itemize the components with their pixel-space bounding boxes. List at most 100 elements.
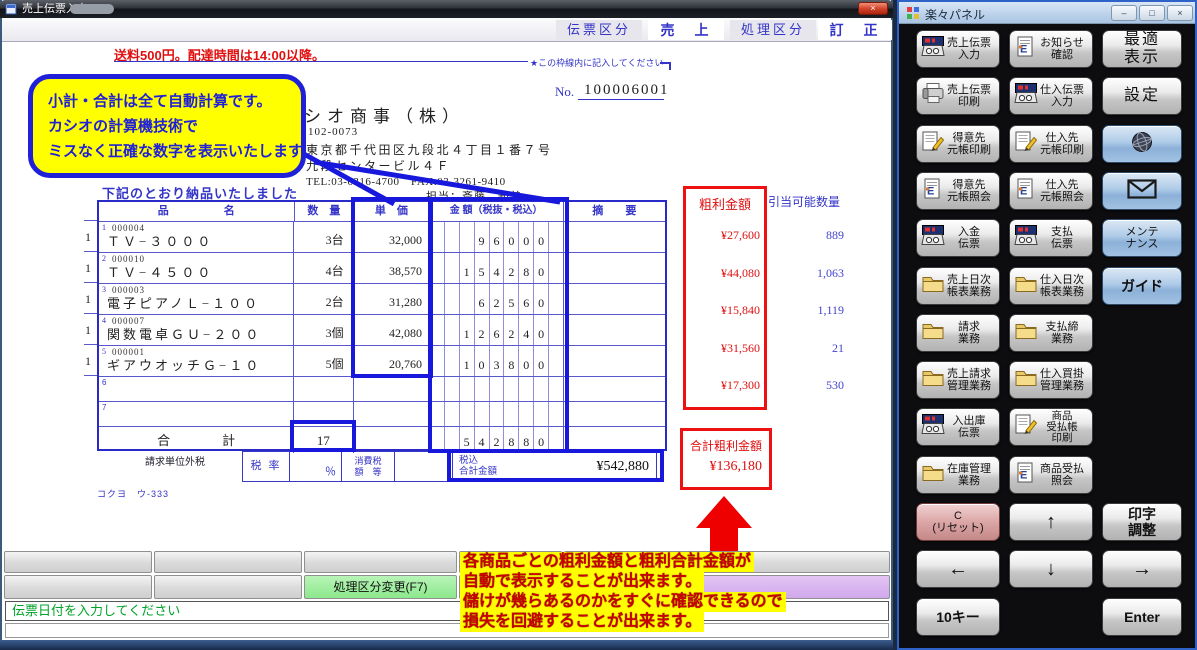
panel-button-ten-key[interactable]: 10キー	[916, 598, 1000, 636]
qty-cell[interactable]: 2台	[294, 284, 353, 314]
panel-button-billing-work[interactable]: 請求 業務	[916, 314, 1000, 352]
item-cell[interactable]: 3 000003 電子ピアノＬ−１００	[99, 284, 294, 314]
panel-button-mail[interactable]	[1102, 172, 1182, 210]
item-cell[interactable]: 4 000007 関数電卓ＧＵ−２００	[99, 315, 294, 345]
panel-button-sales-slip-input[interactable]: 売上伝票 入力	[916, 30, 1000, 68]
panel-button-settings[interactable]: 設定	[1102, 77, 1182, 115]
fkey-blank[interactable]	[304, 551, 457, 573]
qty-cell[interactable]: 5個	[294, 346, 353, 376]
folder-icon	[1014, 368, 1038, 393]
maximize-icon[interactable]: □	[1139, 5, 1165, 21]
unit-price-cell[interactable]: 20,760	[354, 346, 429, 376]
remarks-cell[interactable]	[564, 315, 665, 345]
panel-button-arrow-right[interactable]: →	[1102, 550, 1182, 588]
panel-button-supplier-ledger-print[interactable]: 仕入先 元帳印刷	[1009, 125, 1093, 163]
invoice-row[interactable]: 1 000004 ＴＶ−３０００ 3台 32,000 96000	[99, 222, 665, 253]
invoice-row[interactable]: 4 000007 関数電卓ＧＵ−２００ 3個 42,080 126240	[99, 315, 665, 346]
panel-button-purchase-daily-reports[interactable]: 仕入日次 帳表業務	[1009, 267, 1093, 305]
panel-button-arrow-left[interactable]: ←	[916, 550, 1000, 588]
panel-button-payment-slip[interactable]: 支払 伝票	[1009, 219, 1093, 257]
fkey-blank[interactable]	[4, 551, 152, 573]
panel-button-guide[interactable]: ガイド	[1102, 267, 1182, 305]
panel-titlebar[interactable]: 楽々パネル – □ ×	[899, 2, 1195, 24]
slip-type-value[interactable]: 売 上	[648, 20, 724, 40]
address-line2: 九段センタービル４Ｆ	[306, 157, 451, 174]
remarks-cell[interactable]	[564, 402, 665, 426]
qty-cell[interactable]	[294, 377, 353, 401]
panel-button-label: 設定	[1103, 87, 1181, 105]
panel-button-print-adjust[interactable]: 印字 調整	[1102, 503, 1182, 541]
panel-button-customer-ledger-print[interactable]: 得意先 元帳印刷	[916, 125, 1000, 163]
item-cell[interactable]: 1 000004 ＴＶ−３０００	[99, 222, 294, 252]
unit-price-cell[interactable]: 31,280	[354, 284, 429, 314]
panel-button-maintenance[interactable]: メンテ ナンス	[1102, 219, 1182, 257]
panel-button-stock-mgmt[interactable]: 在庫管理 業務	[916, 456, 1000, 494]
item-cell[interactable]: 7	[99, 402, 294, 426]
annotation-line: 自動で表示することが出来ます。	[460, 572, 704, 592]
panel-button-goods-ledger-print[interactable]: 商品 受払帳 印刷	[1009, 408, 1093, 446]
panel-button-purchase-payable-mgmt[interactable]: 仕入買掛 管理業務	[1009, 361, 1093, 399]
panel-button-payment-closing-work[interactable]: 支払締 業務	[1009, 314, 1093, 352]
panel-button-label: 最適 表示	[1103, 31, 1181, 67]
panel-button-goods-inquiry[interactable]: E商品受払 照会	[1009, 456, 1093, 494]
amount-digit-cell	[429, 427, 444, 453]
item-cell[interactable]: 5 000001 ギアウオッチＧ−１０	[99, 346, 294, 376]
panel-button-supplier-ledger-inquiry[interactable]: E仕入先 元帳照会	[1009, 172, 1093, 210]
fkey-process-change-f7[interactable]: 処理区分変更(F7)	[304, 575, 457, 599]
invoice-no-value[interactable]: 100006001	[584, 82, 670, 99]
qty-cell[interactable]	[294, 402, 353, 426]
panel-button-warehouse-slip[interactable]: 入出庫 伝票	[916, 408, 1000, 446]
panel-button-purchase-slip-input[interactable]: 仕入伝票 入力	[1009, 77, 1093, 115]
svg-text:E: E	[927, 186, 934, 198]
unit-price-cell[interactable]: 38,570	[354, 253, 429, 283]
remarks-cell[interactable]	[564, 253, 665, 283]
amount-digit-cell	[533, 402, 548, 426]
panel-button-customer-ledger-inquiry[interactable]: E得意先 元帳照会	[916, 172, 1000, 210]
qty-cell[interactable]: 4台	[294, 253, 353, 283]
fkey-blank[interactable]	[4, 575, 152, 599]
outer-line-qty: 1	[85, 323, 95, 338]
remarks-cell[interactable]	[564, 377, 665, 401]
panel-button-web[interactable]	[1102, 125, 1182, 163]
main-titlebar[interactable]: 売上伝票入力 ×	[0, 0, 893, 18]
close-icon[interactable]: ×	[1167, 5, 1193, 21]
remarks-cell[interactable]	[564, 222, 665, 252]
invoice-row[interactable]: 2 000010 ＴＶ−４５００ 4台 38,570 154280	[99, 253, 665, 284]
invoice-empty-row[interactable]: 7	[99, 402, 665, 427]
item-cell[interactable]: 6	[99, 377, 294, 401]
unit-price-cell[interactable]: 32,000	[354, 222, 429, 252]
panel-button-arrow-down[interactable]: ↓	[1009, 550, 1093, 588]
panel-button-enter[interactable]: Enter	[1102, 598, 1182, 636]
fkey-blank[interactable]	[154, 575, 302, 599]
unit-price-cell[interactable]	[354, 377, 429, 401]
panel-button-notice-check[interactable]: Eお知らせ 確認	[1009, 30, 1093, 68]
customer-name[interactable]: シオ商事（株）	[304, 102, 465, 127]
panel-button-deposit-slip[interactable]: 入金 伝票	[916, 219, 1000, 257]
close-icon[interactable]: ×	[858, 2, 888, 15]
panel-button-sales-daily-reports[interactable]: 売上日次 帳表業務	[916, 267, 1000, 305]
col-header-unit-price: 単 価	[354, 202, 429, 221]
panel-button-c-reset[interactable]: C (リセット)	[916, 503, 1000, 541]
panel-button-sales-billing-mgmt[interactable]: 売上請求 管理業務	[916, 361, 1000, 399]
item-cell[interactable]: 2 000010 ＴＶ−４５００	[99, 253, 294, 283]
panel-button-arrow-up[interactable]: ↑	[1009, 503, 1093, 541]
minimize-icon[interactable]: –	[1111, 5, 1137, 21]
invoice-empty-row[interactable]: 6	[99, 377, 665, 402]
qty-cell[interactable]: 3個	[294, 315, 353, 345]
row-tick	[84, 375, 97, 376]
unit-price-cell[interactable]: 42,080	[354, 315, 429, 345]
qty-cell[interactable]: 3台	[294, 222, 353, 252]
panel-button-optimal-display[interactable]: 最適 表示	[1102, 30, 1182, 68]
remarks-cell[interactable]	[564, 284, 665, 314]
fkey-blank[interactable]	[154, 551, 302, 573]
total-gross-profit-box: 合計粗利金額 ¥136,180	[680, 428, 772, 490]
invoice-row[interactable]: 5 000001 ギアウオッチＧ−１０ 5個 20,760 103800	[99, 346, 665, 377]
remarks-cell[interactable]	[564, 346, 665, 376]
panel-button-sales-slip-print[interactable]: 売上伝票 印刷	[916, 77, 1000, 115]
amount-digit-cell	[533, 377, 548, 401]
invoice-row[interactable]: 3 000003 電子ピアノＬ−１００ 2台 31,280 62560	[99, 284, 665, 315]
tax-blank-box	[394, 451, 453, 482]
unit-price-cell[interactable]	[354, 402, 429, 426]
process-type-value[interactable]: 訂 正	[818, 20, 892, 40]
panel-button-label: ←	[917, 563, 999, 576]
